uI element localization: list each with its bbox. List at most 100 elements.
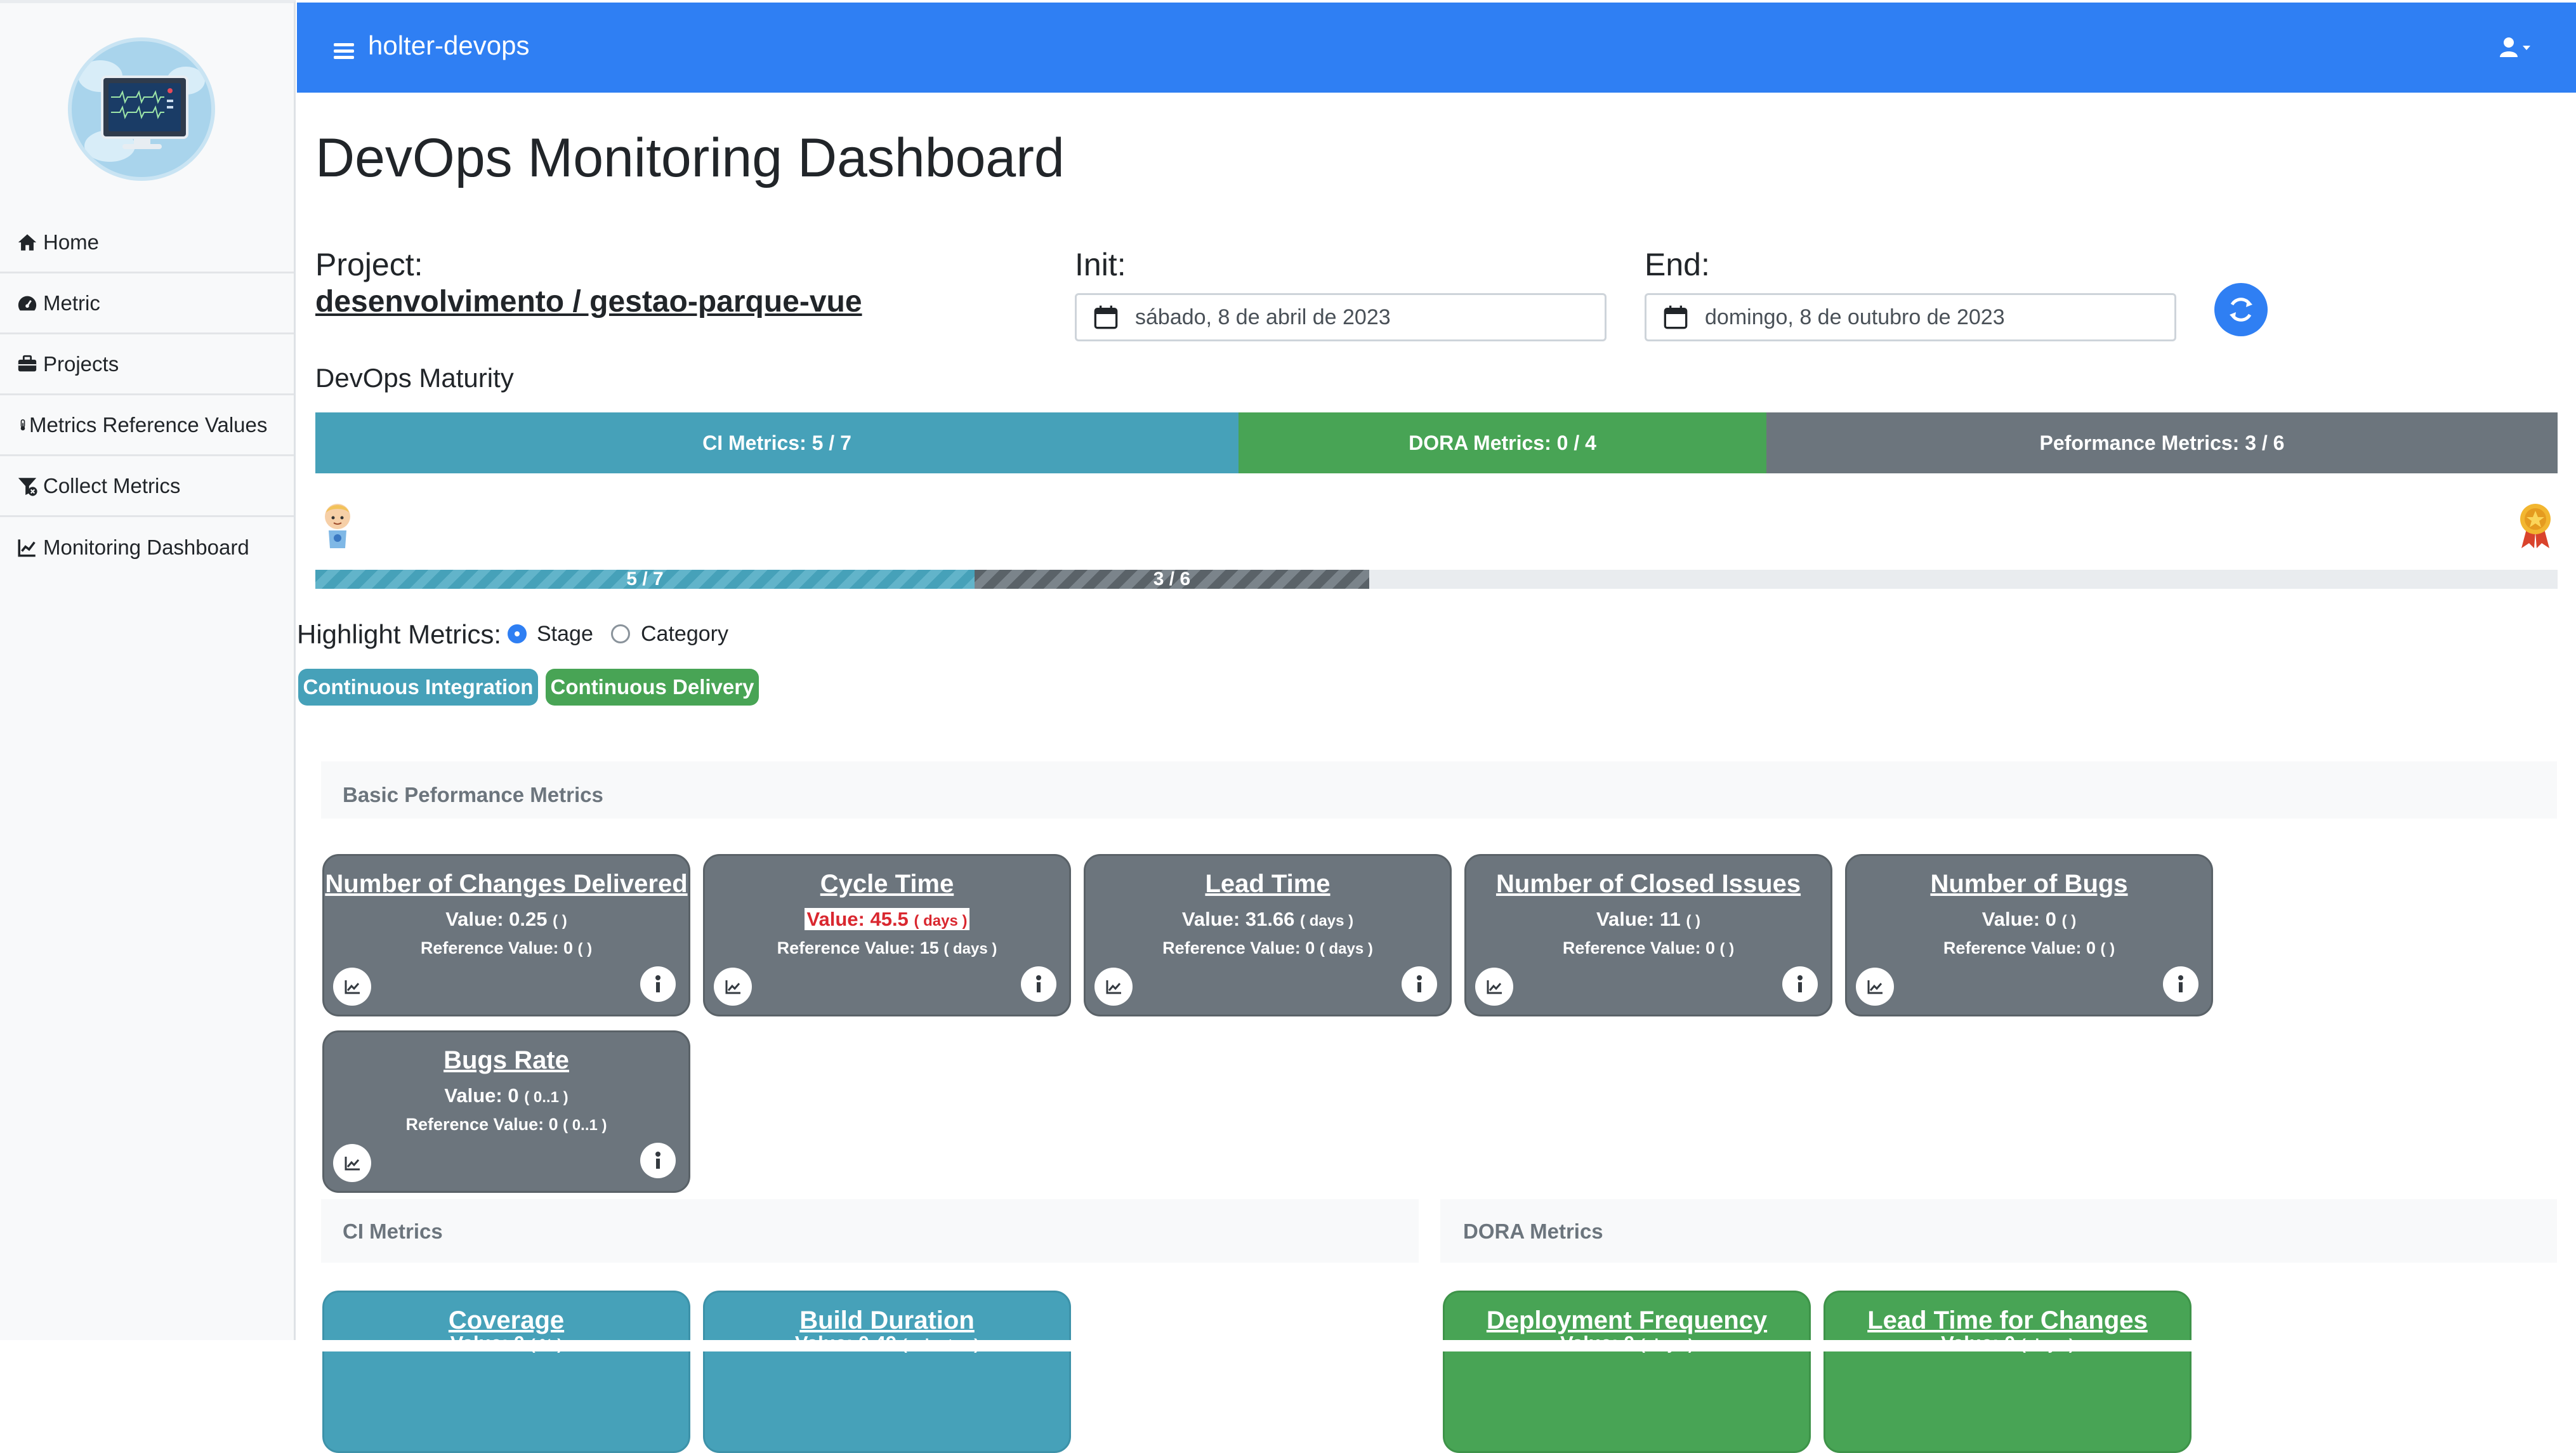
user-menu-button[interactable] bbox=[2499, 36, 2537, 61]
sidebar-item-label: Metric bbox=[43, 291, 100, 315]
info-button[interactable] bbox=[1402, 966, 1437, 1002]
end-date-value: domingo, 8 de outubro de 2023 bbox=[1705, 305, 2005, 329]
sidebar-item-label: Monitoring Dashboard bbox=[43, 536, 249, 559]
metric-title-link[interactable]: Number of Closed Issues bbox=[1466, 870, 1830, 898]
info-icon bbox=[1797, 975, 1803, 992]
chart-button[interactable] bbox=[333, 968, 371, 1006]
basic-performance-panel bbox=[321, 761, 2557, 819]
metric-title-link[interactable]: Lead Time for Changes bbox=[1825, 1306, 2190, 1335]
info-icon bbox=[655, 1152, 660, 1169]
metric-reference-value: Reference Value: 0 ( days ) bbox=[1162, 938, 1373, 957]
metric-reference-value: Reference Value: 15 ( days ) bbox=[777, 938, 997, 957]
sidebar-item-label: Projects bbox=[43, 352, 119, 376]
stage-radio-label[interactable]: Stage bbox=[537, 622, 593, 647]
metric-value: Value: 11 ( ) bbox=[1596, 908, 1700, 930]
chart-button[interactable] bbox=[333, 1144, 371, 1182]
info-icon bbox=[1036, 975, 1041, 992]
sidebar-nav: Home Metric Projects Metrics Reference V… bbox=[0, 213, 294, 578]
metric-reference-value: Reference Value: 0 ( ) bbox=[1943, 938, 2115, 957]
metric-card-coverage: Coverage Value: 0 ( % ) bbox=[322, 1291, 690, 1453]
info-button[interactable] bbox=[1782, 966, 1818, 1002]
continuous-delivery-badge[interactable]: Continuous Delivery bbox=[546, 669, 759, 706]
metric-card-deployment-frequency: Deployment Frequency Value: 0 ( days ) bbox=[1443, 1291, 1811, 1453]
metric-reference-value: Reference Value: 0 ( ) bbox=[1562, 938, 1735, 957]
sidebar-item-label: Metrics Reference Values bbox=[29, 412, 268, 437]
top-navbar: holter-devops bbox=[297, 3, 2576, 93]
stage-radio[interactable] bbox=[508, 624, 527, 643]
gauge-icon bbox=[18, 296, 37, 310]
info-button[interactable] bbox=[640, 966, 676, 1002]
init-date-input[interactable]: sábado, 8 de abril de 2023 bbox=[1075, 293, 1607, 341]
sidebar-item-monitoring-dashboard[interactable]: Monitoring Dashboard bbox=[0, 517, 294, 578]
metric-title-link[interactable]: Number of Bugs bbox=[1847, 870, 2211, 898]
metric-title-link[interactable]: Cycle Time bbox=[705, 870, 1069, 898]
medal-icon bbox=[2520, 504, 2551, 548]
chart-button[interactable] bbox=[1475, 968, 1513, 1006]
info-button[interactable] bbox=[640, 1143, 676, 1178]
sidebar-item-projects[interactable]: Projects bbox=[0, 334, 294, 395]
metric-card-cycle-time: Cycle Time Value: 45.5 ( days ) Referenc… bbox=[703, 854, 1071, 1016]
chart-button[interactable] bbox=[1094, 968, 1133, 1006]
maturity-performance-segment: Peformance Metrics: 3 / 6 bbox=[1766, 412, 2558, 473]
metric-card-changes-delivered: Number of Changes Delivered Value: 0.25 … bbox=[322, 854, 690, 1016]
category-radio[interactable] bbox=[611, 624, 630, 643]
filter-icon bbox=[18, 477, 37, 496]
metric-card-build-duration: Build Duration Value: 0.49 ( minutes ) bbox=[703, 1291, 1071, 1453]
end-date-input[interactable]: domingo, 8 de outubro de 2023 bbox=[1645, 293, 2176, 341]
metric-card-bugs-rate: Bugs Rate Value: 0 ( 0..1 ) Reference Va… bbox=[322, 1030, 690, 1193]
briefcase-icon bbox=[18, 355, 37, 371]
user-icon bbox=[2500, 37, 2530, 57]
metric-card-number-of-bugs: Number of Bugs Value: 0 ( ) Reference Va… bbox=[1845, 854, 2213, 1016]
sidebar-item-metric[interactable]: Metric bbox=[0, 273, 294, 334]
end-label: End: bbox=[1645, 247, 1710, 282]
sidebar-item-home[interactable]: Home bbox=[0, 213, 294, 273]
chart-button[interactable] bbox=[714, 968, 752, 1006]
thermometer-icon bbox=[20, 419, 25, 430]
sidebar: Home Metric Projects Metrics Reference V… bbox=[0, 0, 296, 1351]
chart-button[interactable] bbox=[1856, 968, 1894, 1006]
metric-title-link[interactable]: Number of Changes Delivered bbox=[324, 870, 688, 898]
continuous-integration-badge[interactable]: Continuous Integration bbox=[298, 669, 538, 706]
chart-line-icon bbox=[1106, 980, 1121, 994]
info-icon bbox=[2178, 975, 2183, 992]
category-radio-label[interactable]: Category bbox=[641, 622, 728, 647]
chart-line-icon bbox=[345, 1157, 360, 1171]
hamburger-menu-icon[interactable] bbox=[334, 43, 354, 60]
init-date-value: sábado, 8 de abril de 2023 bbox=[1135, 305, 1391, 329]
home-icon bbox=[18, 233, 37, 251]
metric-card-closed-issues: Number of Closed Issues Value: 11 ( ) Re… bbox=[1464, 854, 1832, 1016]
metric-title-link[interactable]: Build Duration bbox=[705, 1306, 1069, 1335]
chart-line-icon bbox=[1487, 980, 1502, 994]
sidebar-item-label: Collect Metrics bbox=[43, 473, 181, 497]
page-title: DevOps Monitoring Dashboard bbox=[315, 128, 1065, 188]
metric-title-link[interactable]: Lead Time bbox=[1086, 870, 1450, 898]
chart-line-icon bbox=[1867, 980, 1883, 994]
chart-line-icon bbox=[18, 539, 36, 557]
info-icon bbox=[655, 975, 660, 992]
project-label: Project: bbox=[315, 247, 423, 282]
dora-metrics-title: DORA Metrics bbox=[1463, 1220, 1603, 1243]
sidebar-item-metrics-reference-values[interactable]: Metrics Reference Values bbox=[0, 395, 294, 456]
basic-performance-title: Basic Peformance Metrics bbox=[343, 783, 603, 806]
app-logo bbox=[68, 37, 215, 181]
info-button[interactable] bbox=[2163, 966, 2198, 1002]
highlight-metrics-label: Highlight Metrics: bbox=[297, 619, 502, 649]
ci-metrics-panel bbox=[321, 1199, 1419, 1263]
dora-metrics-panel bbox=[1440, 1199, 2557, 1263]
metric-title-link[interactable]: Coverage bbox=[324, 1306, 688, 1335]
metric-card-lead-time-for-changes: Lead Time for Changes Value: 0 ( days ) bbox=[1824, 1291, 2192, 1453]
metric-title-link[interactable]: Deployment Frequency bbox=[1445, 1306, 1809, 1335]
app-title: holter-devops bbox=[368, 30, 530, 60]
metric-title-link[interactable]: Bugs Rate bbox=[324, 1046, 688, 1075]
progress-ci-segment: 5 / 7 bbox=[315, 570, 975, 589]
project-name-link[interactable]: desenvolvimento / gestao-parque-vue bbox=[315, 284, 862, 319]
maturity-ci-segment: CI Metrics: 5 / 7 bbox=[315, 412, 1239, 473]
metric-value: Value: 0 ( ) bbox=[1981, 908, 2077, 930]
sidebar-item-collect-metrics[interactable]: Collect Metrics bbox=[0, 456, 294, 517]
metric-value: Value: 0.25 ( ) bbox=[445, 908, 567, 930]
calendar-icon bbox=[1094, 305, 1118, 329]
refresh-button[interactable] bbox=[2214, 283, 2268, 336]
sidebar-item-label: Home bbox=[43, 230, 100, 254]
info-button[interactable] bbox=[1021, 966, 1056, 1002]
metric-reference-value: Reference Value: 0 ( 0..1 ) bbox=[405, 1115, 607, 1134]
